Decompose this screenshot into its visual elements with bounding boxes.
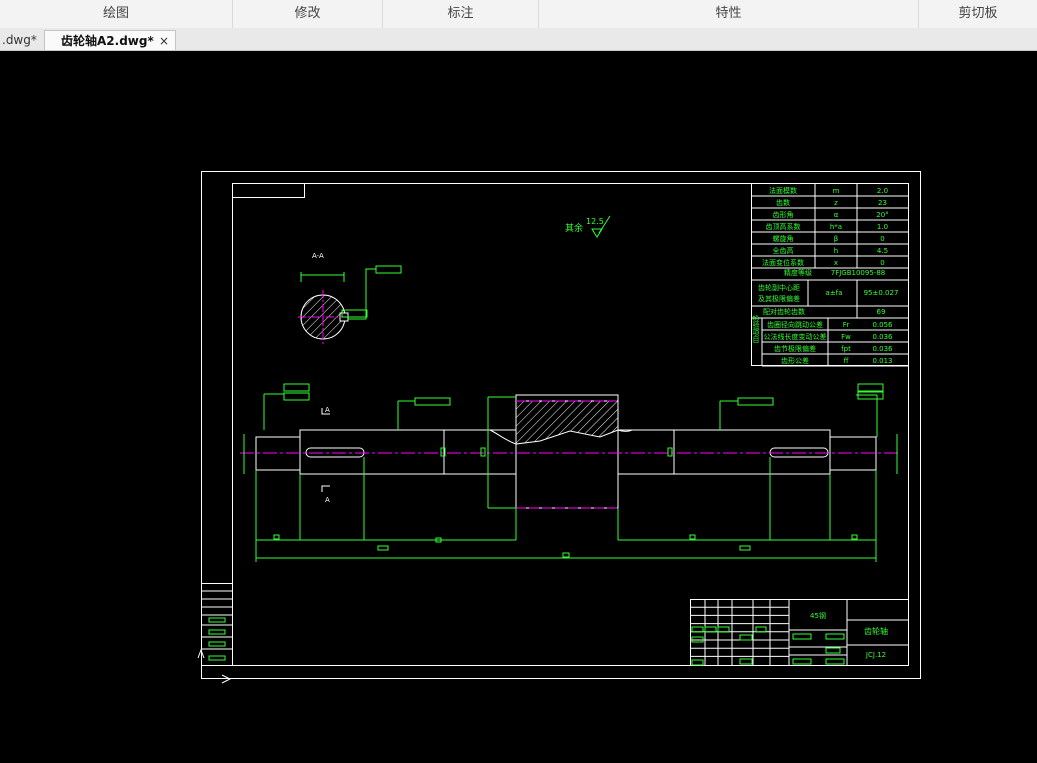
drawing-canvas[interactable]: 法面模数 m 2.0 齿数 z 23 齿形角 α 20° 齿顶高系数 h*a 1.0 螺旋角 β 0 全齿高 h… xyxy=(0,51,1037,763)
check-cell: 齿节极限偏差 xyxy=(774,344,816,353)
check-cell: fpt xyxy=(841,345,851,353)
gear-shaft-main-view: A A xyxy=(240,383,900,562)
ribbon-modify[interactable]: 修改 xyxy=(233,0,383,28)
param-cell: 法面模数 xyxy=(769,186,797,195)
binding-strip xyxy=(201,583,233,666)
check-cell: 公法线长度变动公差 xyxy=(764,332,827,341)
close-icon[interactable]: × xyxy=(159,31,169,51)
param-cell: 23 xyxy=(878,199,887,207)
center-distance-symbol: a±fa xyxy=(826,289,843,297)
document-tabbar: .dwg* 齿轮轴A2.dwg* × xyxy=(0,28,1037,51)
binding-strip-cells xyxy=(208,617,226,661)
check-cell: 0.056 xyxy=(872,321,893,329)
tab-active-drawing[interactable]: 齿轮轴A2.dwg* × xyxy=(44,30,176,50)
ribbon-draw[interactable]: 绘图 xyxy=(0,0,233,28)
title-block: 45钢 齿轮轴 JCJ.12 xyxy=(690,599,909,666)
section-label: A-A xyxy=(312,252,324,260)
code-box xyxy=(232,183,305,198)
tab-label: .dwg* xyxy=(2,33,37,47)
center-distance-label: 齿轮副中心距 xyxy=(758,283,800,292)
param-cell: h*a xyxy=(830,223,842,231)
param-cell: 齿形角 xyxy=(773,210,794,219)
param-cell: m xyxy=(833,187,840,195)
mating-gear-label: 配对齿轮齿数 xyxy=(763,307,805,316)
param-cell: x xyxy=(834,259,838,267)
check-cell: 0.036 xyxy=(872,345,893,353)
tab-previous-drawing[interactable]: .dwg* xyxy=(0,30,46,50)
check-cell: 0.013 xyxy=(872,357,892,365)
center-distance-label-2: 及其极限偏差 xyxy=(758,294,800,303)
check-cell: ff xyxy=(844,357,849,365)
precision-label: 精度等级 xyxy=(784,268,812,277)
ribbon-annotate[interactable]: 标注 xyxy=(383,0,539,28)
param-cell: 螺旋角 xyxy=(773,234,794,243)
gear-parameter-table: 法面模数 m 2.0 齿数 z 23 齿形角 α 20° 齿顶高系数 h*a 1.0 螺旋角 β 0 全齿高 h… xyxy=(751,183,909,367)
param-cell: 全齿高 xyxy=(773,246,794,255)
param-cell: 法面变位系数 xyxy=(762,258,804,267)
param-cell: 齿数 xyxy=(776,198,790,207)
view-mark-bottom: A xyxy=(325,496,330,504)
section-view-a-a: A-A xyxy=(298,252,402,346)
param-cell: 齿顶高系数 xyxy=(766,222,801,231)
ribbon-properties[interactable]: 特性 xyxy=(539,0,919,28)
mating-gear-value: 69 xyxy=(877,308,886,316)
param-cell: β xyxy=(834,235,838,243)
check-cell: 齿形公差 xyxy=(781,356,809,365)
part-name-text: 齿轮轴 xyxy=(864,626,888,636)
check-cell: 齿圈径向跳动公差 xyxy=(767,320,823,329)
material-text: 45钢 xyxy=(810,611,826,620)
param-cell: 2.0 xyxy=(877,187,888,195)
param-cell: h xyxy=(834,247,838,255)
center-distance-value: 95±0.027 xyxy=(864,289,899,297)
ribbon: 绘图 修改 标注 特性 剪切板 xyxy=(0,0,1037,29)
check-cell: 0.036 xyxy=(872,333,893,341)
roughness-value: 12.5 xyxy=(586,217,604,226)
param-cell: 1.0 xyxy=(877,223,888,231)
param-cell: 4.5 xyxy=(877,247,888,255)
param-cell: α xyxy=(834,211,839,219)
drawing-number-text: JCJ.12 xyxy=(865,651,886,659)
param-cell: 0 xyxy=(880,235,884,243)
check-cell: Fw xyxy=(841,333,851,341)
param-cell: 0 xyxy=(880,259,884,267)
view-mark-top: A xyxy=(325,406,330,414)
precision-value: 7FJGB10095-88 xyxy=(831,269,885,277)
roughness-note: 其余 12.5 xyxy=(565,215,611,238)
param-cell: 20° xyxy=(876,211,888,219)
check-group-label: 检验项目 xyxy=(752,314,760,344)
param-cell: z xyxy=(834,199,838,207)
ribbon-clipboard[interactable]: 剪切板 xyxy=(919,0,1037,28)
roughness-note-text: 其余 xyxy=(565,222,583,234)
tab-label: 齿轮轴A2.dwg* xyxy=(61,34,154,48)
check-cell: Fr xyxy=(843,321,850,329)
